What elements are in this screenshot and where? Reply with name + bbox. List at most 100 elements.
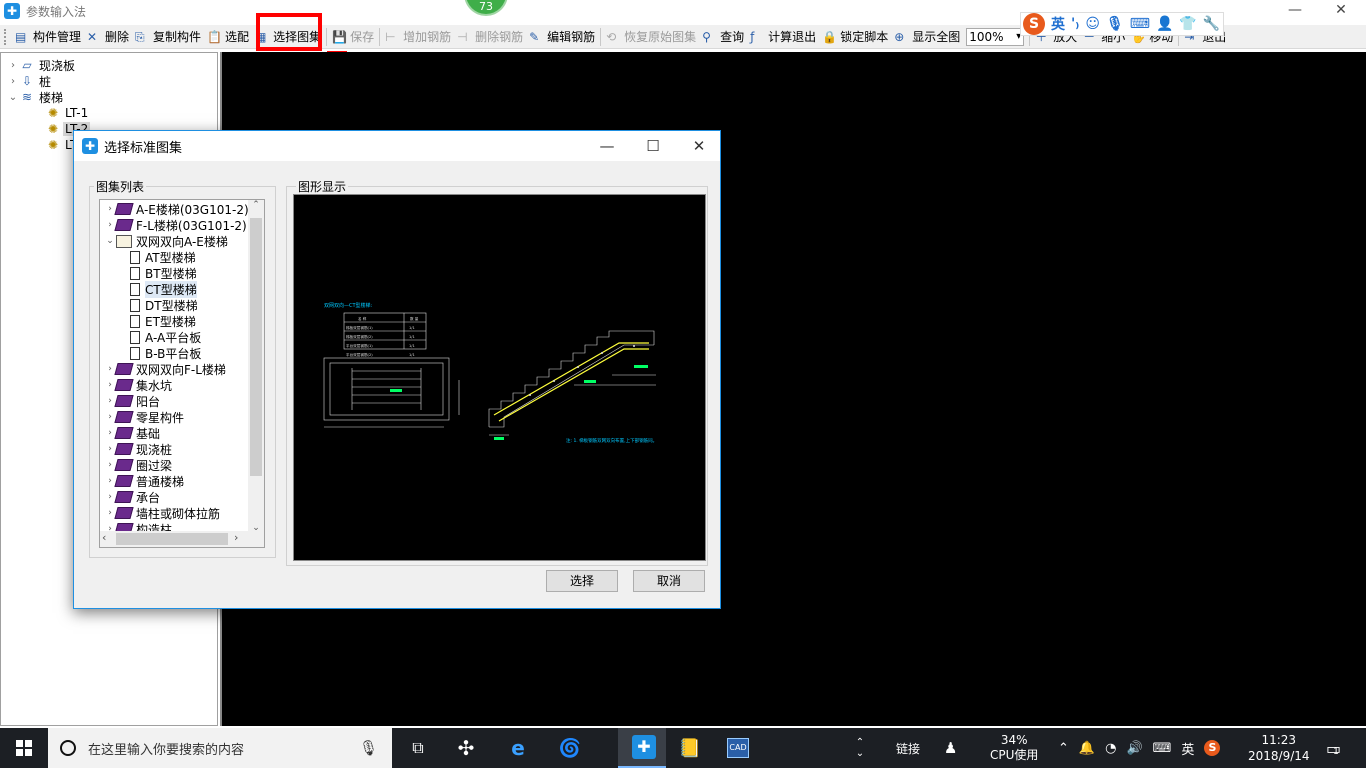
atlas-list-item[interactable]: BT型楼梯 [130,265,197,281]
atlas-list-item[interactable]: B-B平台板 [130,345,201,361]
cad-app-icon[interactable]: CAD [714,728,762,768]
sogou-tray-icon[interactable]: S [1204,740,1221,756]
query-button[interactable]: ⚲ 查询 [699,26,747,48]
book-icon [114,443,134,455]
atlas-list-item[interactable]: › 双网双向F-L楼梯 [104,361,226,377]
atlas-list-item[interactable]: ET型楼梯 [130,313,196,329]
list-vertical-scrollbar[interactable]: ⌃ ⌄ [248,200,264,533]
clock[interactable]: 11:23 2018/9/14 [1248,728,1310,768]
people-icon[interactable]: ♟ [944,728,957,768]
restore-atlas-label: 恢复原始图集 [624,30,697,44]
atlas-list-item[interactable]: › 基础 [104,425,160,441]
ime-lang-toggle[interactable]: 英 [1051,14,1065,34]
bell-icon[interactable]: 🔔 [1079,741,1095,756]
expand-arrow-icon[interactable]: ⌄ [7,92,19,103]
windows-taskbar: 在这里输入你要搜索的内容 🎙 ⧉ ✣ e 🌀 ✚ 📒 CAD ⌃ ⌄ 链接 ♟ 3… [0,728,1366,768]
tools-icon[interactable]: 🔧 [1203,16,1220,32]
tree-item[interactable]: › ⇩ 桩 [7,73,53,89]
skin-icon[interactable]: 👕 [1179,16,1196,32]
edit-rebar-icon: ✎ [529,29,540,44]
scroll-right-icon[interactable]: › [234,531,238,544]
atlas-list-item[interactable]: A-A平台板 [130,329,201,345]
scroll-up-icon[interactable]: ⌃ [248,200,264,210]
atlas-list-item[interactable]: › 普通楼梯 [104,473,184,489]
atlas-list-item[interactable]: › 墙柱或砌体拉筋 [104,505,220,521]
ime-punct-toggle[interactable]: '₎ [1071,16,1079,32]
expand-arrow-icon[interactable]: ⌄ [104,236,116,246]
link-label[interactable]: 链接 [896,728,920,768]
tree-item[interactable]: ✺ LT-1 [33,105,90,121]
spiral-app-icon[interactable]: 🌀 [546,728,594,768]
lock-script-button[interactable]: 🔒 锁定脚本 [819,26,891,48]
preview-table-cell: 1/1 [409,326,415,330]
volume-icon[interactable]: 🔊 [1126,741,1142,756]
delete-rebar-button[interactable]: ⊣ 删除钢筋 [454,26,526,48]
toolbar-grip[interactable] [4,28,8,45]
atlas-list-item[interactable]: AT型楼梯 [130,249,196,265]
select-button[interactable]: 选择 [546,570,618,592]
save-button[interactable]: 💾 保存 [329,26,377,48]
atlas-list-item[interactable]: ⌄ 双网双向A-E楼梯 [104,233,228,249]
show-all-button[interactable]: ⊕ 显示全图 [891,26,963,48]
atlas-list-item[interactable]: CT型楼梯 [130,280,197,298]
atlas-list-item[interactable]: › 承台 [104,489,160,505]
dialog-maximize-button[interactable]: ☐ [630,131,676,161]
task-view-icon[interactable]: ⧉ [394,728,442,768]
delete-button[interactable]: ✕ 删除 [84,26,132,48]
save-label: 保存 [350,30,375,44]
list-horizontal-scrollbar[interactable]: ‹ › [100,531,264,547]
sogou-logo-icon[interactable]: S [1023,13,1045,35]
atlas-list-item[interactable]: › 现浇桩 [104,441,172,457]
taskbar-search-box[interactable]: 在这里输入你要搜索的内容 🎙 [48,728,392,768]
edit-rebar-button[interactable]: ✎ 编辑钢筋 [526,26,598,48]
zoom-select[interactable]: 100% ▾ [966,27,1025,46]
tray-expand-icon[interactable]: ⌃ [1058,741,1069,756]
atlas-list-item[interactable]: › 零星构件 [104,409,184,425]
scroll-left-icon[interactable]: ‹ [102,531,106,544]
edge-browser-icon[interactable]: e [494,728,542,768]
restore-atlas-button[interactable]: ⟲ 恢复原始图集 [603,26,699,48]
notes-app-icon[interactable]: 📒 [666,728,714,768]
user-icon[interactable]: 👤 [1156,16,1173,32]
param-input-app-icon[interactable]: ✚ [618,728,666,768]
tree-item[interactable]: ⌄ ≋ 楼梯 [7,89,65,105]
atlas-list-item[interactable]: DT型楼梯 [130,297,198,313]
atlas-list-item[interactable]: › 圈过梁 [104,457,172,473]
list-scroll-thumb[interactable] [250,218,262,476]
atlas-list-item[interactable]: › F-L楼梯(03G101-2) [104,217,247,233]
close-button[interactable]: ✕ [1318,0,1364,22]
cpu-usage[interactable]: 34% CPU使用 [990,728,1038,768]
calc-exit-button[interactable]: ƒ 计算退出 [747,26,819,48]
expand-arrow-icon[interactable]: › [7,60,19,71]
atlas-list-item[interactable]: › 集水坑 [104,377,172,393]
component-manage-button[interactable]: ▤ 构件管理 [12,26,84,48]
dialog-close-button[interactable]: ✕ [676,131,722,161]
preview-table-cell: 1/1 [409,344,415,348]
ime-tray-lang[interactable]: 英 [1181,739,1194,758]
add-rebar-button[interactable]: ⊢ 增加钢筋 [382,26,454,48]
keyboard-icon[interactable]: ⌨ [1130,16,1150,32]
keyboard-tray-icon[interactable]: ⌨ [1153,741,1172,756]
copy-component-button[interactable]: ⎘ 复制构件 [132,26,204,48]
emoji-icon[interactable]: ☺ [1085,16,1100,32]
start-button[interactable] [0,728,48,768]
expand-arrow-icon[interactable]: › [7,76,19,87]
fan-app-icon[interactable]: ✣ [442,728,490,768]
cancel-button[interactable]: 取消 [633,570,705,592]
atlas-list-item[interactable]: › A-E楼梯(03G101-2) [104,201,249,217]
atlas-list-item-label: A-E楼梯(03G101-2) [136,202,249,217]
atlas-list-item[interactable]: › 阳台 [104,393,160,409]
microphone-icon[interactable]: 🎙 [359,739,378,757]
taskbar-overflow-icon[interactable]: ⌃ ⌄ [850,728,870,768]
list-hscroll-thumb[interactable] [116,533,228,545]
tree-item[interactable]: › ▱ 现浇板 [7,57,77,73]
mic-icon[interactable]: 🎙 [1106,16,1124,32]
atlas-list-item-label: AT型楼梯 [145,250,196,265]
dialog-minimize-button[interactable]: — [584,131,630,161]
wifi-icon[interactable]: ◔ [1105,741,1116,756]
action-center-button[interactable]: ▭ 1 [1326,728,1341,768]
book-icon [114,379,134,391]
atlas-tree-list[interactable]: › 构造柱 › 墙柱或砌体拉筋 › 承台 › 普通楼梯 › 圈过梁 › 现浇桩 › 基础 › 零星构件 › 阳台 ›… [99,199,265,548]
select-config-button[interactable]: 📋 选配 [204,26,252,48]
minimize-button[interactable]: — [1272,0,1318,22]
